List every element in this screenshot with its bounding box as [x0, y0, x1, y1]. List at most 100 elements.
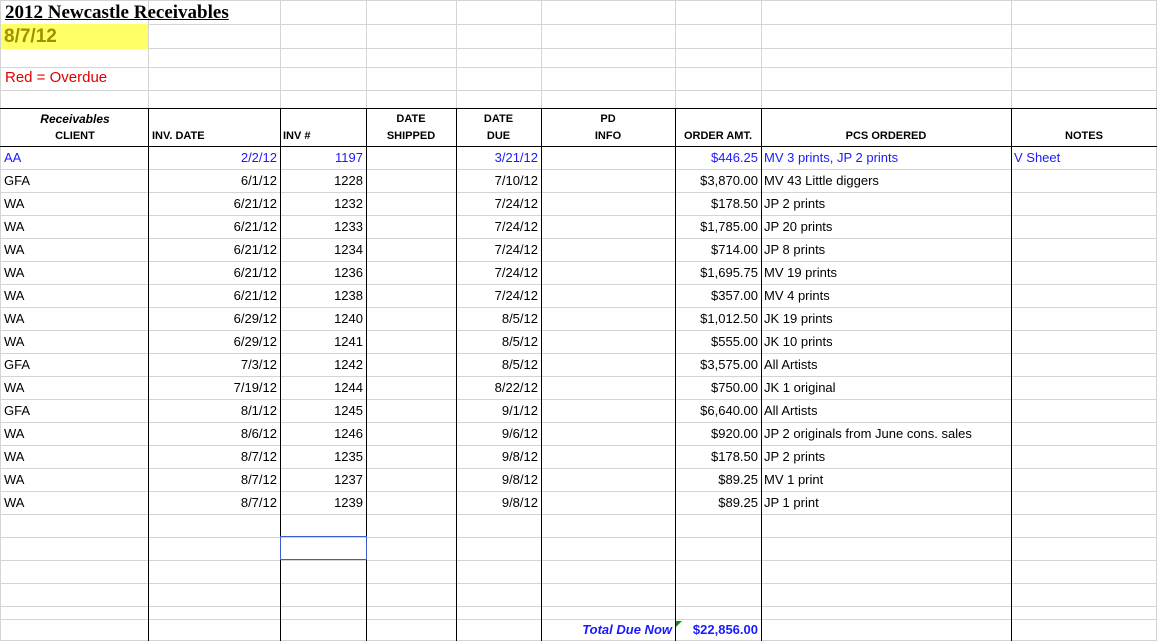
cell-inv-no[interactable]: 1241	[280, 331, 366, 353]
cell-shipped[interactable]	[366, 262, 456, 284]
cell-amt[interactable]: $1,785.00	[675, 216, 761, 238]
cell-inv-no[interactable]: 1234	[280, 239, 366, 261]
cell-inv-date[interactable]: 6/21/12	[148, 193, 280, 215]
cell-pcs[interactable]: JK 10 prints	[761, 331, 1011, 353]
cell-client[interactable]: WA	[1, 423, 148, 445]
cell-pd[interactable]	[541, 423, 675, 445]
cell-amt[interactable]: $920.00	[675, 423, 761, 445]
cell-client[interactable]: GFA	[1, 354, 148, 376]
cell-notes[interactable]	[1011, 331, 1157, 353]
cell-pcs[interactable]: All Artists	[761, 354, 1011, 376]
cell-notes[interactable]	[1011, 400, 1157, 422]
cell-client[interactable]: WA	[1, 262, 148, 284]
cell-client[interactable]: WA	[1, 216, 148, 238]
cell-inv-no[interactable]: 1237	[280, 469, 366, 491]
cell-pcs[interactable]: JP 2 prints	[761, 446, 1011, 468]
cell-inv-date[interactable]: 6/29/12	[148, 331, 280, 353]
cell-shipped[interactable]	[366, 492, 456, 514]
cell-shipped[interactable]	[366, 147, 456, 169]
cell-notes[interactable]	[1011, 262, 1157, 284]
cell-notes[interactable]	[1011, 308, 1157, 330]
cell-inv-date[interactable]: 6/21/12	[148, 285, 280, 307]
cell-due[interactable]: 9/8/12	[456, 492, 541, 514]
cell-shipped[interactable]	[366, 354, 456, 376]
cell-pcs[interactable]: MV 3 prints, JP 2 prints	[761, 147, 1011, 169]
cell-pd[interactable]	[541, 331, 675, 353]
cell-pcs[interactable]: MV 19 prints	[761, 262, 1011, 284]
cell-amt[interactable]: $446.25	[675, 147, 761, 169]
cell-client[interactable]: AA	[1, 147, 148, 169]
cell-pcs[interactable]: JP 20 prints	[761, 216, 1011, 238]
cell-inv-date[interactable]: 8/7/12	[148, 469, 280, 491]
cell-amt[interactable]: $1,695.75	[675, 262, 761, 284]
cell-shipped[interactable]	[366, 216, 456, 238]
cell-inv-date[interactable]: 8/6/12	[148, 423, 280, 445]
cell-notes[interactable]	[1011, 446, 1157, 468]
cell-pd[interactable]	[541, 308, 675, 330]
cell-client[interactable]: WA	[1, 285, 148, 307]
cell-inv-no[interactable]: 1235	[280, 446, 366, 468]
cell-shipped[interactable]	[366, 331, 456, 353]
cell-pcs[interactable]: MV 43 Little diggers	[761, 170, 1011, 192]
cell-inv-date[interactable]: 8/7/12	[148, 492, 280, 514]
cell-inv-no[interactable]: 1244	[280, 377, 366, 399]
cell-due[interactable]: 7/24/12	[456, 216, 541, 238]
cell-amt[interactable]: $714.00	[675, 239, 761, 261]
cell-amt[interactable]: $178.50	[675, 446, 761, 468]
cell-due[interactable]: 8/5/12	[456, 354, 541, 376]
cell-shipped[interactable]	[366, 400, 456, 422]
cell-pd[interactable]	[541, 147, 675, 169]
cell-due[interactable]: 7/24/12	[456, 262, 541, 284]
cell-due[interactable]: 7/24/12	[456, 193, 541, 215]
cell-pd[interactable]	[541, 262, 675, 284]
cell-pcs[interactable]: JP 1 print	[761, 492, 1011, 514]
cell-due[interactable]: 9/8/12	[456, 446, 541, 468]
cell-pd[interactable]	[541, 170, 675, 192]
cell-inv-date[interactable]: 7/3/12	[148, 354, 280, 376]
cell-due[interactable]: 9/1/12	[456, 400, 541, 422]
cell-pcs[interactable]: JK 19 prints	[761, 308, 1011, 330]
cell-notes[interactable]	[1011, 285, 1157, 307]
cell-inv-date[interactable]: 6/29/12	[148, 308, 280, 330]
cell-notes[interactable]	[1011, 354, 1157, 376]
cell-pcs[interactable]: JP 2 prints	[761, 193, 1011, 215]
cell-pd[interactable]	[541, 354, 675, 376]
cell-amt[interactable]: $89.25	[675, 492, 761, 514]
cell-shipped[interactable]	[366, 239, 456, 261]
cell-notes[interactable]	[1011, 170, 1157, 192]
cell-due[interactable]: 7/10/12	[456, 170, 541, 192]
cell-inv-date[interactable]: 6/21/12	[148, 216, 280, 238]
cell-due[interactable]: 8/5/12	[456, 308, 541, 330]
cell-pd[interactable]	[541, 446, 675, 468]
cell-notes[interactable]	[1011, 492, 1157, 514]
cell-due[interactable]: 8/5/12	[456, 331, 541, 353]
cell-shipped[interactable]	[366, 193, 456, 215]
cell-client[interactable]: WA	[1, 308, 148, 330]
cell-pd[interactable]	[541, 400, 675, 422]
cell-shipped[interactable]	[366, 423, 456, 445]
cell-due[interactable]: 7/24/12	[456, 285, 541, 307]
cell-amt[interactable]: $178.50	[675, 193, 761, 215]
cell-inv-date[interactable]: 7/19/12	[148, 377, 280, 399]
cell-pcs[interactable]: MV 4 prints	[761, 285, 1011, 307]
cell-inv-no[interactable]: 1228	[280, 170, 366, 192]
cell-client[interactable]: WA	[1, 469, 148, 491]
cell-client[interactable]: WA	[1, 193, 148, 215]
cell-client[interactable]: WA	[1, 492, 148, 514]
cell-inv-no[interactable]: 1233	[280, 216, 366, 238]
cell-notes[interactable]	[1011, 239, 1157, 261]
cell-pd[interactable]	[541, 216, 675, 238]
cell-amt[interactable]: $3,870.00	[675, 170, 761, 192]
cell-pd[interactable]	[541, 377, 675, 399]
cell-client[interactable]: WA	[1, 377, 148, 399]
cell-amt[interactable]: $3,575.00	[675, 354, 761, 376]
cell-amt[interactable]: $750.00	[675, 377, 761, 399]
cell-inv-no[interactable]: 1240	[280, 308, 366, 330]
cell-client[interactable]: WA	[1, 239, 148, 261]
cell-amt[interactable]: $1,012.50	[675, 308, 761, 330]
cell-client[interactable]: WA	[1, 446, 148, 468]
cell-client[interactable]: GFA	[1, 400, 148, 422]
cell-inv-no[interactable]: 1236	[280, 262, 366, 284]
cell-inv-no[interactable]: 1242	[280, 354, 366, 376]
cell-shipped[interactable]	[366, 469, 456, 491]
